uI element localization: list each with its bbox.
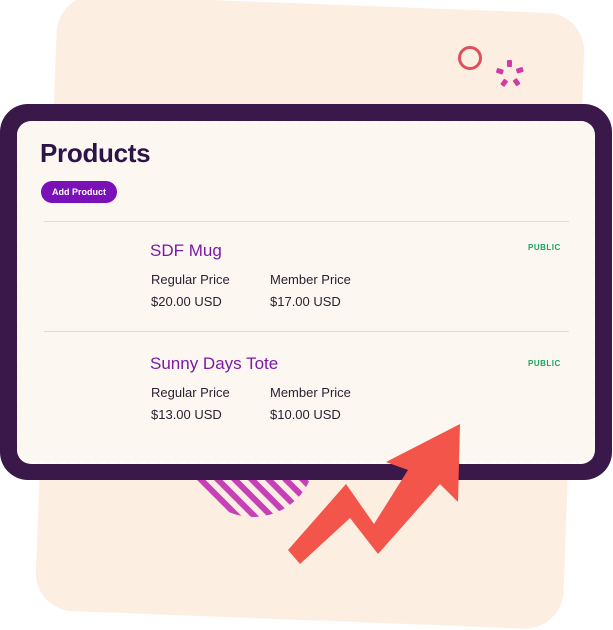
ring-icon bbox=[458, 46, 482, 70]
regular-price-value: $20.00 USD bbox=[151, 294, 222, 309]
divider bbox=[44, 331, 569, 332]
page-title: Products bbox=[40, 138, 151, 168]
regular-price-label: Regular Price bbox=[151, 385, 230, 400]
member-price-label: Member Price bbox=[270, 385, 351, 400]
regular-price-value: $13.00 USD bbox=[151, 407, 222, 422]
dotted-circle-icon bbox=[496, 60, 524, 87]
status-badge: PUBLIC bbox=[528, 359, 561, 368]
regular-price-label: Regular Price bbox=[151, 272, 230, 287]
product-name[interactable]: SDF Mug bbox=[150, 241, 222, 261]
divider bbox=[44, 221, 569, 222]
product-name[interactable]: Sunny Days Tote bbox=[150, 354, 278, 374]
member-price-value: $17.00 USD bbox=[270, 294, 341, 309]
add-product-button[interactable]: Add Product bbox=[41, 181, 117, 203]
status-badge: PUBLIC bbox=[528, 243, 561, 252]
member-price-label: Member Price bbox=[270, 272, 351, 287]
trend-up-arrow-icon bbox=[288, 424, 460, 564]
